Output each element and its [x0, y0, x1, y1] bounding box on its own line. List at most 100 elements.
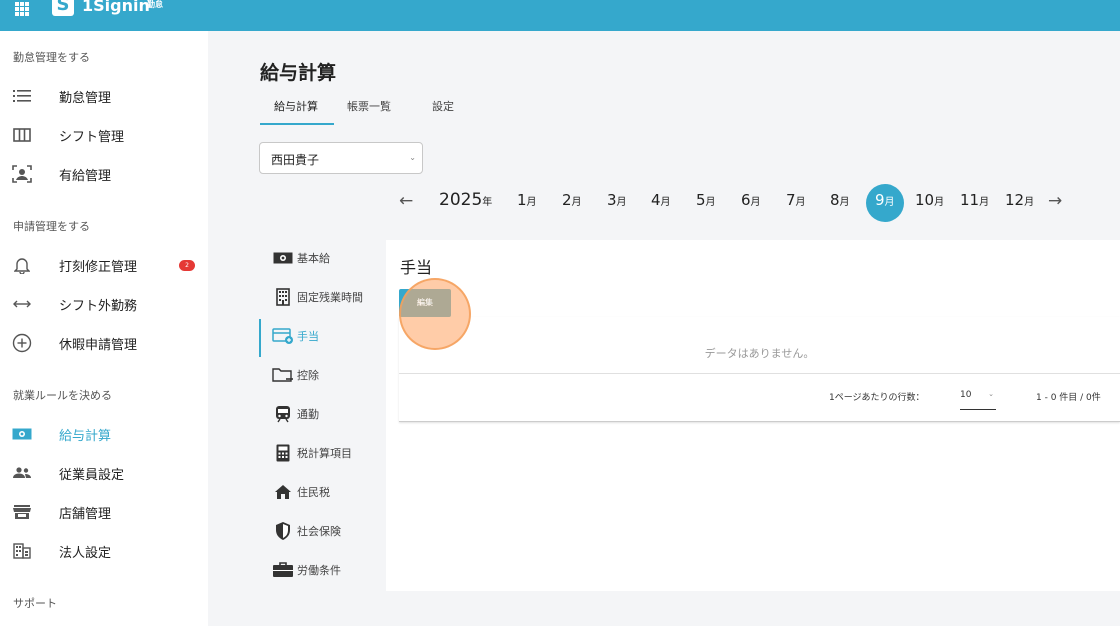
sidebar-item-payroll[interactable]: 給与計算	[0, 416, 208, 452]
sidebar-item-label: 法人設定	[59, 545, 112, 561]
tab-payroll[interactable]: 給与計算	[274, 98, 318, 114]
app-module-label: 勤怠	[147, 0, 163, 9]
sidebar-item-label: シフト管理	[59, 129, 125, 145]
sidebar-item-store-management[interactable]: 店舗管理	[0, 494, 208, 530]
year-label: 2025年	[439, 190, 493, 210]
month-9[interactable]: 9月	[875, 191, 895, 209]
previous-year-arrow-icon[interactable]: ←	[399, 191, 413, 211]
person-frame-icon	[11, 163, 33, 185]
banknote-icon	[11, 423, 33, 445]
app-name: 1Signin	[82, 0, 150, 15]
sidebar-item-employee-settings[interactable]: 従業員設定	[0, 455, 208, 491]
rows-per-page-value: 10	[960, 390, 972, 400]
store-icon	[11, 501, 33, 523]
active-category-indicator	[259, 319, 261, 357]
month-8[interactable]: 8月	[830, 191, 850, 209]
sidebar-item-label: 給与計算	[59, 428, 112, 444]
app-logo-icon: S	[52, 0, 74, 16]
tab-report-list[interactable]: 帳票一覧	[347, 98, 391, 114]
page-title: 給与計算	[260, 62, 337, 84]
sidebar-item-label: 従業員設定	[59, 467, 125, 483]
calculator-icon	[272, 442, 294, 464]
month-1[interactable]: 1月	[517, 191, 537, 209]
sidebar-section-requests: 申請管理をする	[13, 220, 90, 233]
sidebar-section-rules: 就業ルールを決める	[13, 389, 112, 402]
table-divider	[399, 373, 1120, 374]
next-year-arrow-icon[interactable]: →	[1048, 191, 1062, 211]
rows-per-page-label: 1ページあたりの行数：	[829, 393, 925, 403]
category-label: 社会保険	[297, 525, 341, 538]
category-resident-tax[interactable]: 住民税	[270, 473, 386, 511]
sidebar: 勤怠管理をする 勤怠管理 シフト管理 有給管理 申請管理をする 打刻修正管理 2…	[0, 31, 208, 626]
train-icon	[272, 403, 294, 425]
month-6[interactable]: 6月	[741, 191, 761, 209]
employee-select-value: 西田貴子	[271, 153, 320, 167]
category-label: 控除	[297, 369, 319, 382]
category-deduction[interactable]: 控除	[270, 356, 386, 394]
active-tab-indicator	[260, 123, 334, 125]
rows-per-page-select[interactable]: 10 ⌄	[960, 390, 996, 410]
shield-icon	[272, 520, 294, 542]
month-10[interactable]: 10月	[915, 191, 944, 209]
sidebar-item-label: 打刻修正管理	[59, 259, 138, 275]
category-label: 労働条件	[297, 564, 341, 577]
employee-select[interactable]: 西田貴子 ⌄	[259, 142, 423, 174]
apps-grid-icon[interactable]	[15, 2, 29, 16]
people-icon	[11, 462, 33, 484]
month-4[interactable]: 4月	[651, 191, 671, 209]
month-12[interactable]: 12月	[1005, 191, 1034, 209]
sidebar-item-label: 有給管理	[59, 168, 112, 184]
bell-icon	[11, 254, 33, 276]
allowance-table: データはありません。 1ページあたりの行数： 10 ⌄ 1 - 0 件目 / 0…	[399, 317, 1120, 422]
sidebar-item-punch-correction[interactable]: 打刻修正管理 2	[0, 247, 208, 283]
month-5[interactable]: 5月	[696, 191, 716, 209]
category-commute[interactable]: 通勤	[270, 395, 386, 433]
category-label: 固定残業時間	[297, 291, 363, 304]
category-label: 基本給	[297, 252, 330, 265]
category-label: 通勤	[297, 408, 319, 421]
notification-badge: 2	[179, 259, 195, 271]
category-fixed-overtime[interactable]: 固定残業時間	[270, 278, 386, 316]
banknote-icon	[272, 247, 294, 269]
columns-icon	[11, 124, 33, 146]
category-basic-salary[interactable]: 基本給	[270, 239, 386, 277]
panel-title: 手当	[400, 258, 433, 277]
building-icon	[272, 286, 294, 308]
sidebar-section-attendance: 勤怠管理をする	[13, 51, 90, 64]
card-plus-icon	[272, 325, 294, 347]
empty-state-message: データはありません。	[704, 347, 815, 360]
category-tax-items[interactable]: 税計算項目	[270, 434, 386, 472]
folder-minus-icon	[272, 364, 294, 386]
sidebar-item-attendance[interactable]: 勤怠管理	[0, 78, 208, 114]
category-label: 住民税	[297, 486, 330, 499]
sidebar-item-corporate-settings[interactable]: 法人設定	[0, 533, 208, 569]
category-allowance[interactable]: 手当	[270, 317, 386, 355]
horizontal-arrows-icon	[11, 293, 33, 315]
tab-settings[interactable]: 設定	[432, 98, 454, 114]
briefcase-icon	[272, 559, 294, 581]
plus-circle-icon	[11, 332, 33, 354]
category-social-insurance[interactable]: 社会保険	[270, 512, 386, 550]
month-2[interactable]: 2月	[562, 191, 582, 209]
chevron-down-icon: ⌄	[409, 153, 416, 162]
category-label: 税計算項目	[297, 447, 352, 460]
top-app-bar: S 1Signin 勤怠	[0, 0, 1120, 31]
sidebar-item-label: シフト外勤務	[59, 298, 138, 314]
month-3[interactable]: 3月	[607, 191, 627, 209]
sidebar-item-label: 勤怠管理	[59, 90, 112, 106]
building-icon	[11, 540, 33, 562]
sidebar-item-off-shift-work[interactable]: シフト外勤務	[0, 286, 208, 322]
sidebar-item-leave-request[interactable]: 休暇申請管理	[0, 325, 208, 361]
category-label: 手当	[297, 330, 319, 343]
sidebar-item-paid-leave[interactable]: 有給管理	[0, 156, 208, 192]
month-7[interactable]: 7月	[786, 191, 806, 209]
category-working-conditions[interactable]: 労働条件	[270, 551, 386, 589]
pagination-range: 1 - 0 件目 / 0件	[1036, 393, 1101, 403]
sidebar-item-label: 店舗管理	[59, 506, 112, 522]
month-11[interactable]: 11月	[960, 191, 989, 209]
edit-button-label: 編集	[417, 298, 433, 307]
sidebar-item-shift[interactable]: シフト管理	[0, 117, 208, 153]
home-icon	[272, 481, 294, 503]
list-icon	[11, 85, 33, 107]
chevron-down-icon: ⌄	[988, 390, 994, 398]
